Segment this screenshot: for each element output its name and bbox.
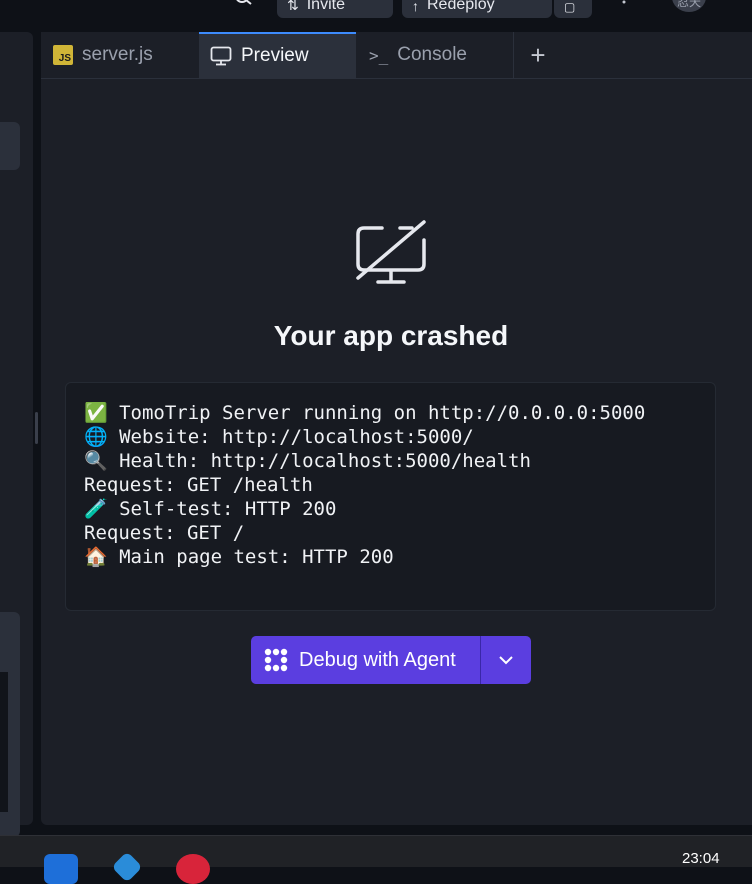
invite-icon: ⇅ bbox=[287, 0, 299, 13]
agent-icon bbox=[264, 648, 288, 672]
log-line: 🧪 Self-test: HTTP 200 bbox=[84, 498, 337, 520]
redeploy-label: Redeploy bbox=[427, 0, 495, 13]
debug-with-agent-button[interactable]: Debug with Agent bbox=[251, 636, 480, 684]
monitor-off-icon bbox=[356, 220, 426, 284]
rocket-icon: ▢ bbox=[564, 0, 576, 14]
plus-icon: + bbox=[530, 39, 546, 70]
debug-button-group: Debug with Agent bbox=[251, 636, 531, 684]
log-line: Request: GET / bbox=[84, 522, 245, 544]
tab-console[interactable]: >_ Console bbox=[366, 32, 514, 78]
tab-label: Preview bbox=[241, 45, 309, 66]
add-tab-button[interactable]: + bbox=[525, 32, 551, 78]
app-icon[interactable] bbox=[44, 854, 78, 884]
avatar[interactable]: 忍天 bbox=[672, 0, 706, 12]
js-file-icon: JS bbox=[53, 45, 73, 65]
tab-divider bbox=[513, 32, 514, 78]
log-line: 🏠 Main page test: HTTP 200 bbox=[84, 546, 394, 568]
monitor-icon bbox=[210, 46, 232, 66]
chevron-down-icon bbox=[499, 656, 513, 665]
console-log: ✅ TomoTrip Server running on http://0.0.… bbox=[65, 382, 716, 611]
tab-server-js[interactable]: JS server.js bbox=[51, 32, 197, 78]
bell-icon[interactable] bbox=[614, 0, 634, 8]
os-taskbar: 23:04 bbox=[0, 835, 752, 884]
log-line: 🔍 Health: http://localhost:5000/health bbox=[84, 450, 531, 472]
debug-options-button[interactable] bbox=[481, 636, 531, 684]
debug-button-label: Debug with Agent bbox=[299, 648, 456, 671]
sidebar-collapse-button[interactable] bbox=[0, 122, 20, 170]
thumbnail-preview bbox=[0, 672, 8, 812]
left-sidebar bbox=[0, 32, 33, 837]
log-line: Request: GET /health bbox=[84, 474, 313, 496]
log-line: 🌐 Website: http://localhost:5000/ bbox=[84, 426, 474, 448]
crash-title: Your app crashed bbox=[273, 320, 509, 351]
app-icon[interactable] bbox=[176, 854, 210, 884]
tab-preview[interactable]: Preview bbox=[199, 32, 356, 78]
tab-label: server.js bbox=[82, 44, 153, 65]
log-line: ✅ TomoTrip Server running on http://0.0.… bbox=[84, 402, 646, 424]
terminal-icon: >_ bbox=[369, 45, 389, 65]
deploy-options-button[interactable]: ▢ bbox=[554, 0, 592, 18]
invite-label: Invite bbox=[306, 0, 345, 13]
tab-label: Console bbox=[397, 44, 467, 65]
app-icon[interactable] bbox=[111, 851, 143, 883]
invite-button[interactable]: ⇅ Invite bbox=[277, 0, 393, 18]
search-icon[interactable] bbox=[232, 0, 256, 14]
clock[interactable]: 23:04 bbox=[682, 850, 720, 867]
redeploy-button[interactable]: ↑ Redeploy bbox=[402, 0, 552, 18]
resize-handle[interactable] bbox=[35, 412, 38, 444]
redeploy-icon: ↑ bbox=[412, 0, 419, 14]
sidebar-thumbnail[interactable] bbox=[0, 612, 20, 837]
top-header: ⇅ Invite ↑ Redeploy ▢ 忍天 bbox=[0, 0, 752, 22]
tab-bar: JS server.js Preview >_ Console + bbox=[41, 32, 752, 79]
preview-pane: JS server.js Preview >_ Console + Your a… bbox=[41, 32, 752, 825]
